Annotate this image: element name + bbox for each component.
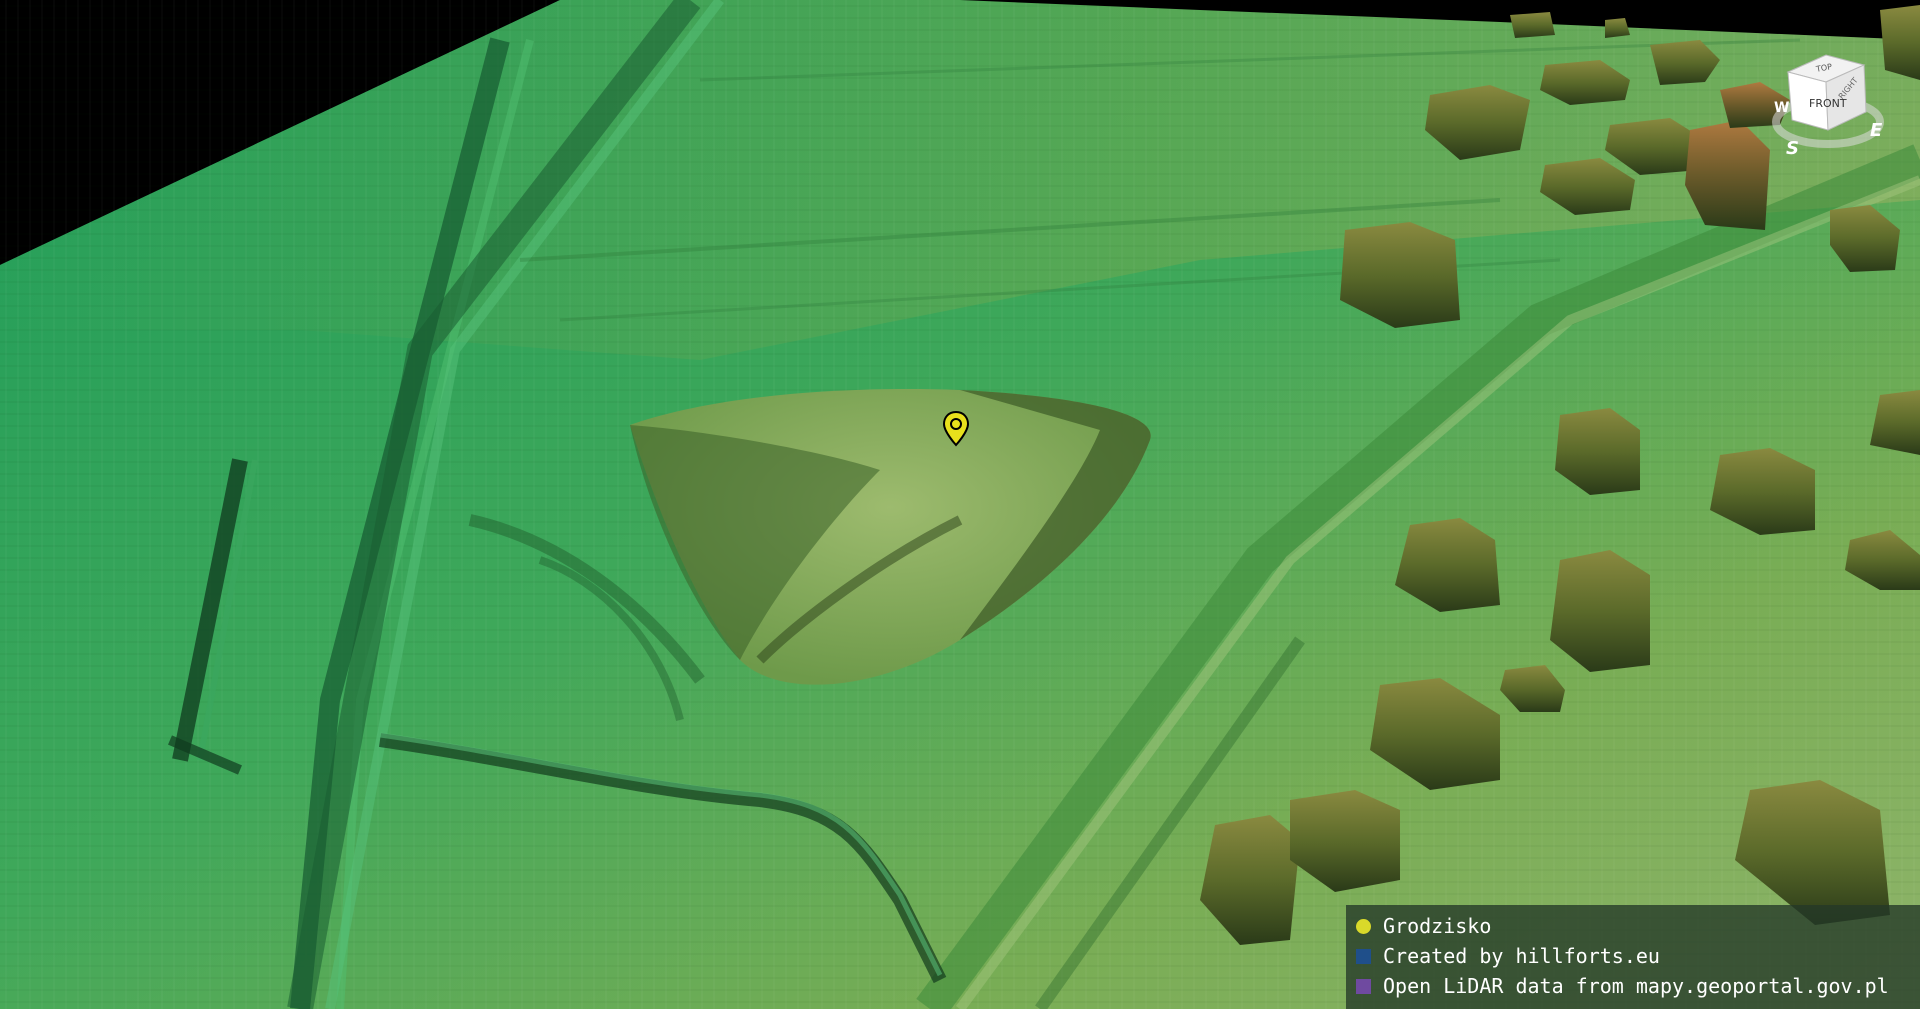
compass-west-label: W bbox=[1774, 100, 1789, 116]
legend-swatch-lidar-source bbox=[1356, 978, 1371, 994]
legend-swatch-grodzisko bbox=[1356, 918, 1371, 934]
compass-south-label: S bbox=[1786, 138, 1799, 159]
legend-label: Created by hillforts.eu bbox=[1383, 944, 1660, 968]
lidar-terrain-3d-view[interactable] bbox=[0, 0, 1920, 1009]
map-pin-icon bbox=[942, 410, 970, 447]
map-viewport[interactable]: FRONT TOP RIGHT W S E Grodzisko Created … bbox=[0, 0, 1920, 1009]
legend-label: Open LiDAR data from mapy.geoportal.gov.… bbox=[1383, 974, 1889, 998]
legend-item-grodzisko[interactable]: Grodzisko bbox=[1356, 911, 1920, 941]
legend-item-lidar-source[interactable]: Open LiDAR data from mapy.geoportal.gov.… bbox=[1356, 971, 1920, 1001]
navigation-cube[interactable]: FRONT TOP RIGHT W S E bbox=[1766, 50, 1886, 160]
hillfort-location-marker[interactable] bbox=[942, 410, 970, 447]
map-legend: Grodzisko Created by hillforts.eu Open L… bbox=[1346, 905, 1920, 1009]
legend-label: Grodzisko bbox=[1383, 914, 1492, 938]
legend-swatch-credits bbox=[1356, 948, 1371, 964]
view-cube-icon: FRONT TOP RIGHT W S E bbox=[1772, 54, 1884, 159]
compass-east-label: E bbox=[1870, 120, 1883, 141]
legend-item-credits[interactable]: Created by hillforts.eu bbox=[1356, 941, 1920, 971]
